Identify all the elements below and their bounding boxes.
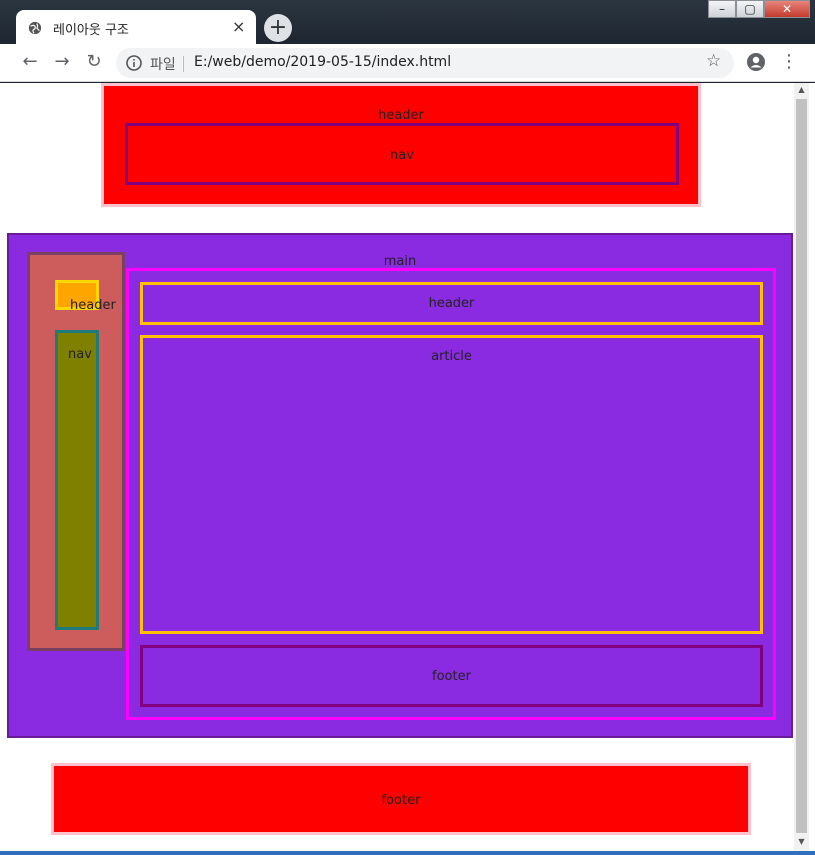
content-section: header article footer	[126, 268, 776, 720]
minimize-button[interactable]: –	[708, 0, 736, 18]
menu-icon[interactable]: ⋮	[780, 52, 798, 72]
scroll-down-icon[interactable]: ▼	[794, 835, 809, 849]
back-icon[interactable]: ←	[20, 52, 40, 72]
window-bottom-border	[0, 851, 815, 855]
title-bar: 레이아웃 구조 × + – ▢ ✕	[0, 0, 815, 46]
close-tab-icon[interactable]: ×	[232, 18, 245, 36]
aside-header-label: header	[70, 298, 116, 313]
url-scheme: 파일	[150, 57, 176, 73]
scroll-thumb[interactable]	[796, 99, 807, 833]
section-header-label: header	[428, 296, 475, 311]
aside-nav: nav	[55, 330, 99, 630]
forward-icon[interactable]: →	[52, 52, 72, 72]
bookmark-star-icon[interactable]: ☆	[706, 51, 721, 71]
section-header: header	[140, 282, 763, 325]
url-text[interactable]: E:/web/demo/2019-05-15/index.html	[194, 54, 451, 70]
reload-icon[interactable]: ↻	[84, 52, 104, 72]
header-nav: nav	[125, 123, 679, 185]
aside: header nav	[27, 252, 125, 651]
page-footer: footer	[51, 763, 751, 835]
section-footer: footer	[140, 645, 763, 707]
page-footer-label: footer	[381, 793, 421, 808]
main-label: main	[383, 254, 417, 269]
section-footer-label: footer	[432, 669, 471, 684]
page-viewport: header nav main header nav header articl…	[0, 83, 815, 855]
address-bar[interactable]: 파일 E:/web/demo/2019-05-15/index.html ☆	[116, 48, 734, 78]
maximize-button[interactable]: ▢	[736, 0, 764, 18]
main-section: main header nav header article footer	[7, 233, 793, 738]
close-window-button[interactable]: ✕	[764, 0, 810, 18]
new-tab-button[interactable]: +	[264, 14, 292, 42]
vertical-scrollbar[interactable]: ▲ ▼	[794, 83, 809, 851]
article: article	[140, 335, 763, 634]
globe-icon	[28, 21, 42, 35]
tab-title: 레이아웃 구조	[53, 23, 129, 38]
browser-tab[interactable]: 레이아웃 구조 ×	[16, 10, 256, 46]
window-controls: – ▢ ✕	[708, 0, 810, 19]
header-nav-label: nav	[390, 148, 414, 163]
page-header-label: header	[378, 108, 424, 123]
page-header: header nav	[101, 83, 701, 207]
profile-icon[interactable]	[746, 52, 766, 72]
scroll-up-icon[interactable]: ▲	[794, 83, 809, 97]
info-icon[interactable]	[126, 55, 142, 71]
article-label: article	[431, 349, 472, 364]
aside-nav-label: nav	[68, 347, 92, 362]
browser-toolbar: ← → ↻ 파일 E:/web/demo/2019-05-15/index.ht…	[0, 44, 815, 82]
url-separator	[183, 56, 184, 72]
